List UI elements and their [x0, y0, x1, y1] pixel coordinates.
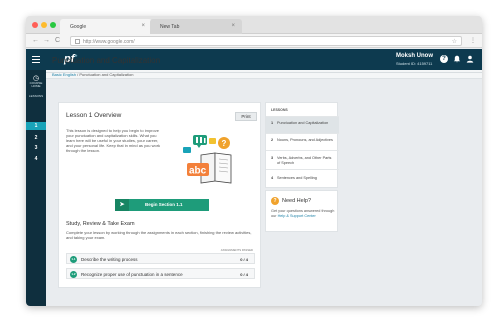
assignment-title: Describe the writing process [81, 257, 138, 262]
close-icon[interactable]: × [141, 23, 145, 29]
url-text: http://www.google.com/ [83, 39, 135, 45]
lesson-list-item-3[interactable]: 3 Verbs, Adverbs, and Other Parts of Spe… [266, 151, 339, 170]
assignment-title: Recognize proper use of punctuation in a… [81, 272, 183, 277]
minimize-window-button[interactable] [41, 22, 47, 28]
lessons-panel-header: LESSONS [266, 103, 339, 117]
help-icon[interactable]: ? [440, 55, 448, 63]
reload-icon[interactable]: C [55, 37, 60, 44]
lesson-number: 4 [271, 176, 274, 180]
lesson-number: 2 [271, 138, 274, 142]
bell-icon[interactable] [453, 55, 461, 63]
url-input[interactable]: http://www.google.com/ ☆ [70, 36, 462, 46]
forward-icon[interactable]: → [43, 37, 50, 44]
star-icon[interactable]: ☆ [452, 38, 457, 45]
begin-section-button[interactable]: ➤ Begin Section 1.1 [115, 199, 209, 211]
print-button[interactable]: Print [235, 112, 257, 121]
help-description: Get your questions answered through our … [271, 209, 336, 219]
title-divider [46, 72, 482, 73]
student-id: Student ID: 4159711 [396, 61, 433, 66]
lesson-description: This lesson is designed to help you begi… [66, 128, 161, 153]
lesson-illustration: ? abc [179, 133, 249, 185]
help-title: Need Help? [282, 198, 312, 204]
rail-lesson-1[interactable]: 1 [26, 122, 46, 130]
assignment-number-badge: 1.2 [70, 271, 77, 278]
lesson-title: Verbs, Adverbs, and Other Parts of Speec… [277, 156, 332, 165]
close-icon[interactable]: × [231, 23, 235, 29]
lesson-number: 1 [271, 121, 274, 125]
browser-menu-icon[interactable]: ⋮ [470, 37, 476, 44]
lesson-number: 3 [271, 156, 274, 160]
rail-lessons-label: LESSONS [28, 94, 44, 98]
illustration-abc-text: abc [189, 166, 207, 177]
hamburger-menu-icon[interactable] [32, 56, 40, 63]
tab-google[interactable]: Google × [60, 19, 152, 34]
tab-bar: Google × New Tab × [26, 16, 482, 34]
assignment-score: 0 / 4 [240, 257, 248, 262]
lessons-panel: LESSONS 1 Punctuation and Capitalization… [265, 102, 339, 188]
lesson-title: Punctuation and Capitalization [277, 121, 329, 125]
assignment-number-badge: 1.1 [70, 256, 77, 263]
tab-label: Google [70, 24, 87, 30]
lesson-list-item-1[interactable]: 1 Punctuation and Capitalization [266, 117, 339, 134]
assignment-row[interactable]: 1.2 Recognize proper use of punctuation … [66, 268, 255, 279]
address-bar: ← → C http://www.google.com/ ☆ ⋮ [26, 34, 482, 48]
user-icon[interactable] [466, 55, 474, 63]
lesson-list-item-2[interactable]: 2 Nouns, Pronouns, and Adjectives [266, 134, 339, 151]
begin-section-label: Begin Section 1.1 [145, 202, 183, 207]
svg-text:?: ? [222, 139, 227, 148]
rail-lesson-4[interactable]: 4 [26, 156, 46, 162]
page-title: Punctuation and Capitalization [52, 56, 161, 65]
maximize-window-button[interactable] [50, 22, 56, 28]
assignment-score: 0 / 4 [240, 272, 248, 277]
help-support-link[interactable]: Help & Support Center [278, 214, 316, 218]
page-icon [75, 39, 80, 44]
tab-new-tab[interactable]: New Tab × [150, 19, 242, 34]
rail-lesson-2[interactable]: 2 [26, 135, 46, 141]
close-window-button[interactable] [32, 22, 38, 28]
assignments-header: ASSIGNMENTS PASSED [220, 248, 253, 252]
left-rail: ◷ COURSE HOME LESSONS 1 2 3 4 [26, 70, 46, 306]
play-arrow-icon: ➤ [115, 199, 129, 211]
back-icon[interactable]: ← [32, 37, 39, 44]
user-name: Moksh Unow [396, 53, 433, 59]
tab-label: New Tab [160, 24, 180, 30]
card-title: Lesson 1 Overview [66, 112, 122, 119]
study-section-description: Complete your lesson by working through … [66, 230, 252, 240]
lesson-title: Nouns, Pronouns, and Adjectives [277, 138, 333, 142]
lesson-title: Sentences and Spelling [277, 176, 317, 180]
help-panel: ? Need Help? Get your questions answered… [265, 190, 338, 232]
lesson-overview-card: Lesson 1 Overview Print This lesson is d… [58, 102, 261, 288]
help-icon: ? [271, 197, 279, 205]
rail-lesson-3[interactable]: 3 [26, 145, 46, 151]
rail-course-home[interactable]: COURSE HOME [26, 82, 46, 88]
assignment-row[interactable]: 1.1 Describe the writing process 0 / 4 [66, 253, 255, 264]
lesson-list-item-4[interactable]: 4 Sentences and Spelling [266, 170, 339, 188]
browser-window: Google × New Tab × ← → C http://www.goog… [26, 16, 482, 306]
study-section-title: Study, Review & Take Exam [66, 221, 135, 227]
